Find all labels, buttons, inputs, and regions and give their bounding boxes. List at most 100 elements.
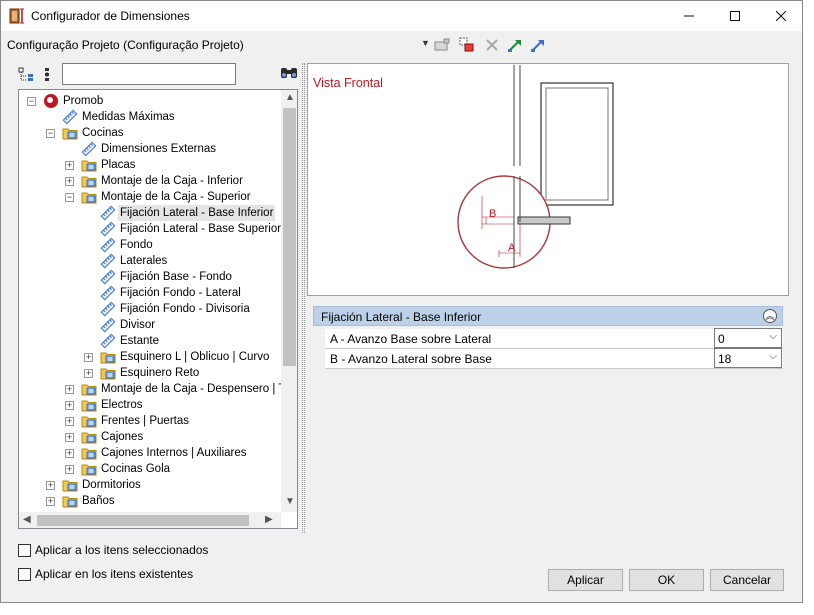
tree-item[interactable]: Fijación Fondo - Lateral [19, 285, 281, 301]
expand-icon[interactable]: + [84, 369, 93, 378]
expand-icon[interactable]: + [84, 353, 93, 362]
property-value-dropdown[interactable]: 18 ⌵ [714, 348, 782, 368]
copy-config-icon[interactable] [458, 36, 476, 54]
expand-icon[interactable]: + [65, 161, 74, 170]
close-button[interactable] [758, 1, 804, 31]
tree-item[interactable]: − Cocinas [19, 125, 281, 141]
panel-splitter[interactable] [302, 63, 305, 533]
expand-icon[interactable]: + [65, 449, 74, 458]
collapse-all-icon[interactable] [41, 67, 57, 83]
scroll-up-icon[interactable]: ▲ [285, 92, 295, 103]
tree-item-label: Frentes | Puertas [101, 415, 189, 427]
expand-icon[interactable]: + [46, 481, 55, 490]
scroll-left-icon[interactable]: ◀ [23, 514, 31, 525]
export-config-icon[interactable] [529, 36, 547, 54]
tree-item[interactable]: + Cajones [19, 429, 281, 445]
apply-button[interactable]: Aplicar [548, 569, 623, 591]
tree-item[interactable]: + Placas [19, 157, 281, 173]
tree-horizontal-scrollbar[interactable]: ◀ ▶ [19, 512, 281, 528]
app-icon [9, 8, 24, 24]
tree-item[interactable]: Fijación Base - Fondo [19, 269, 281, 285]
cancel-button[interactable]: Cancelar [710, 569, 784, 591]
tree-item-label: Montaje de la Caja - Inferior [101, 175, 243, 187]
tree-item-label: Dormitorios [82, 479, 141, 491]
tree-item[interactable]: + Frentes | Puertas [19, 413, 281, 429]
dimension-a-label: A [508, 242, 516, 254]
tree-item[interactable]: Fijación Fondo - Divisoria [19, 301, 281, 317]
property-group-header[interactable]: Fijación Lateral - Base Inferior ︽ [313, 306, 783, 326]
tree-item[interactable]: + Montaje de la Caja - Despensero | Torre [19, 381, 297, 397]
tree-item-label: Fijación Lateral - Base Inferior [118, 205, 276, 221]
tree-item[interactable]: Medidas Máximas [19, 109, 281, 125]
tree-horizontal-scroll-thumb[interactable] [37, 515, 249, 526]
scroll-right-icon[interactable]: ▶ [265, 514, 273, 525]
scroll-down-icon[interactable]: ▼ [285, 496, 295, 507]
tree-item-label: Esquinero L | Oblicuo | Curvo [120, 351, 270, 363]
tree-item-label: Fijación Fondo - Lateral [120, 287, 241, 299]
property-value-dropdown[interactable]: 0 ⌵ [714, 328, 782, 348]
expand-icon[interactable]: + [65, 385, 74, 394]
tree-item[interactable]: Estante [19, 333, 281, 349]
chevron-down-icon[interactable]: ⌵ [769, 351, 777, 362]
tree-item[interactable]: + Dormitorios [19, 477, 281, 493]
tree-item[interactable]: + Cocinas Gola [19, 461, 281, 477]
expand-icon[interactable]: + [65, 465, 74, 474]
expand-all-icon[interactable] [18, 67, 34, 83]
tree-vertical-scroll-thumb[interactable] [283, 108, 296, 366]
tree-item[interactable]: + Electros [19, 397, 281, 413]
collapse-icon[interactable]: − [46, 129, 55, 138]
tree-item[interactable]: − Montaje de la Caja - Superior [19, 189, 281, 205]
tree-item-label: Promob [63, 95, 104, 107]
window-title: Configurador de Dimensiones [31, 9, 190, 23]
tree-item[interactable]: Divisor [19, 317, 281, 333]
apply-existing-checkbox[interactable] [18, 568, 31, 581]
tree-item[interactable]: Laterales [19, 253, 281, 269]
tree-item[interactable]: Dimensiones Externas [19, 141, 281, 157]
expand-icon[interactable]: + [65, 417, 74, 426]
tree-item-label: Baños [82, 495, 115, 507]
tree-item[interactable]: + Cajones Internos | Auxiliares [19, 445, 281, 461]
property-row: A - Avanzo Base sobre Lateral 0 ⌵ [325, 328, 783, 349]
minimize-icon [684, 15, 694, 17]
apply-existing-label: Aplicar en los itens existentes [35, 567, 194, 581]
tree-item-label: Divisor [120, 319, 156, 331]
tree-item[interactable]: + Esquinero L | Oblicuo | Curvo [19, 349, 281, 365]
find-icon[interactable] [280, 65, 298, 81]
front-view-preview: Vista Frontal B A [307, 63, 789, 296]
configuration-dropdown-icon[interactable]: ▼ [421, 38, 430, 48]
tree-item[interactable]: Fondo [19, 237, 281, 253]
ok-button[interactable]: OK [629, 569, 704, 591]
expand-icon[interactable]: + [65, 401, 74, 410]
tree-search-input[interactable] [62, 63, 236, 85]
chevron-down-icon[interactable]: ⌵ [769, 331, 777, 342]
expand-icon[interactable]: + [46, 497, 55, 506]
save-config-icon[interactable] [433, 36, 451, 54]
property-group-title: Fijación Lateral - Base Inferior [321, 310, 482, 324]
expand-icon[interactable]: + [65, 433, 74, 442]
tree-item-label: Estante [120, 335, 159, 347]
property-label: A - Avanzo Base sobre Lateral [330, 332, 492, 346]
collapse-icon[interactable]: − [65, 193, 74, 202]
dimension-configurator-window: Configurador de Dimensiones Configuração… [0, 0, 803, 603]
tree-item[interactable]: + Montaje de la Caja - Inferior [19, 173, 281, 189]
tree-item[interactable]: Fijación Lateral - Base Inferior [19, 205, 281, 221]
tree-item[interactable]: + Baños [19, 493, 281, 509]
maximize-button[interactable] [712, 1, 758, 31]
delete-config-icon[interactable] [483, 36, 501, 54]
apply-selected-checkbox[interactable] [18, 544, 31, 557]
expand-icon[interactable]: + [65, 177, 74, 186]
collapse-group-icon[interactable]: ︽ [763, 309, 777, 323]
tree-item-label: Fijación Fondo - Divisoria [120, 303, 250, 315]
tree-item[interactable]: + Esquinero Reto [19, 365, 281, 381]
tree-item-label: Cajones Internos | Auxiliares [101, 447, 247, 459]
tree-vertical-scrollbar[interactable]: ▲ ▼ [281, 90, 297, 512]
component-tree[interactable]: − Promob Medidas Máximas − Cocinas Dimensione… [18, 89, 298, 529]
minimize-button[interactable] [666, 1, 712, 31]
tree-item[interactable]: − Promob [19, 93, 281, 109]
import-config-icon[interactable] [506, 36, 524, 54]
tree-item[interactable]: Fijación Lateral - Base Superior [19, 221, 281, 237]
tree-item-label: Dimensiones Externas [101, 143, 217, 155]
tree-item-label: Montaje de la Caja - Superior [101, 191, 251, 203]
collapse-icon[interactable]: − [27, 97, 36, 106]
configuration-selector[interactable]: Configuração Projeto (Configuração Proje… [7, 38, 244, 52]
